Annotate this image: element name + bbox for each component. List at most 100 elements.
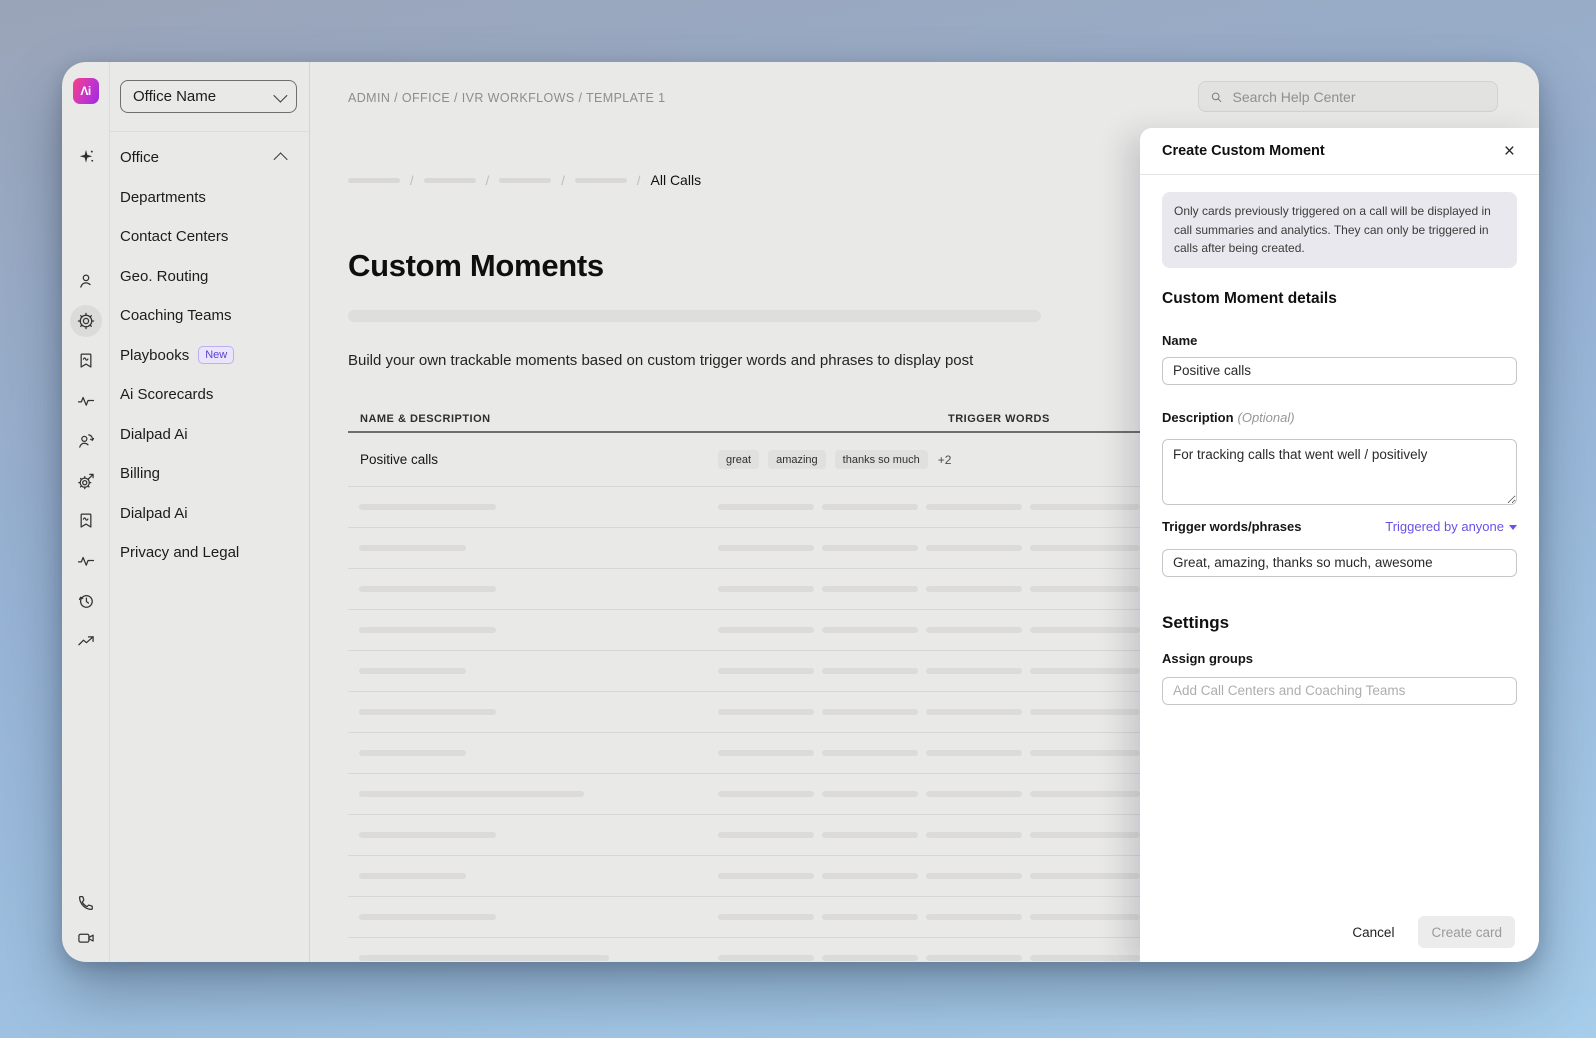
breadcrumb-skeleton <box>424 178 476 183</box>
column-header-trigger-words: TRIGGER WORDS <box>948 413 1050 425</box>
logo-glyph: Λi <box>80 84 90 98</box>
more-count: +2 <box>938 453 952 467</box>
sidebar-item-geo-routing[interactable]: Geo. Routing <box>110 257 309 297</box>
panel-title: Create Custom Moment <box>1162 143 1325 159</box>
sidebar-item-dialpad-ai-2[interactable]: Dialpad Ai <box>110 494 309 534</box>
skeleton-bar <box>926 750 1022 756</box>
skeleton-bar <box>1030 627 1140 633</box>
skeleton-bar <box>718 914 814 920</box>
skeleton-bar <box>1030 791 1140 797</box>
skeleton-bar <box>718 750 814 756</box>
breadcrumb-current: All Calls <box>651 172 702 188</box>
skeleton-bar <box>1030 504 1140 510</box>
breadcrumb-separator: / <box>561 173 565 188</box>
skeleton-bar <box>359 504 496 510</box>
loading-skeleton-bar <box>348 310 1041 322</box>
skeleton-bar <box>1030 832 1140 838</box>
sidebar-item-label: Privacy and Legal <box>120 544 239 561</box>
skeleton-bar <box>926 914 1022 920</box>
skeleton-bar <box>359 750 466 756</box>
sidebar-item-office[interactable]: Office <box>110 138 309 178</box>
assign-groups-input[interactable] <box>1162 677 1517 705</box>
person-icon[interactable] <box>74 269 98 293</box>
gear-arrow-icon[interactable] <box>74 469 98 493</box>
skeleton-bar <box>822 750 918 756</box>
sidebar-item-label: Dialpad Ai <box>120 505 188 522</box>
skeleton-bar <box>1030 586 1140 592</box>
details-heading: Custom Moment details <box>1162 290 1517 308</box>
skeleton-bar <box>1030 955 1140 961</box>
skeleton-bar <box>822 545 918 551</box>
skeleton-bar <box>1030 545 1140 551</box>
info-banner: Only cards previously triggered on a cal… <box>1162 192 1517 268</box>
breadcrumb-skeleton <box>348 178 400 183</box>
create-card-button[interactable]: Create card <box>1418 916 1515 948</box>
page-title: Custom Moments <box>348 248 604 284</box>
skeleton-bar <box>926 586 1022 592</box>
triggered-by-dropdown[interactable]: Triggered by anyone <box>1385 519 1517 534</box>
name-input[interactable] <box>1162 357 1517 385</box>
sidebar-item-contact-centers[interactable]: Contact Centers <box>110 217 309 257</box>
skeleton-bar <box>359 873 466 879</box>
agent-sync-icon[interactable] <box>74 429 98 453</box>
new-badge: New <box>198 346 234 364</box>
breadcrumb-separator: / <box>486 173 490 188</box>
sidebar-item-label: Contact Centers <box>120 228 228 245</box>
description-textarea[interactable]: For tracking calls that went well / posi… <box>1162 439 1517 505</box>
trigger-words-input[interactable] <box>1162 549 1517 577</box>
history-clock-icon[interactable] <box>74 589 98 613</box>
activity-pulse-icon[interactable] <box>74 549 98 573</box>
description-label: Description(Optional) <box>1162 410 1517 425</box>
sidebar-item-departments[interactable]: Departments <box>110 178 309 218</box>
skeleton-bar <box>822 627 918 633</box>
panel-footer: Cancel Create card <box>1140 902 1539 962</box>
skeleton-bar <box>1030 750 1140 756</box>
trigger-word-chip: thanks so much <box>835 450 928 469</box>
activity-pulse-icon[interactable] <box>74 389 98 413</box>
sidebar-item-billing[interactable]: Billing <box>110 454 309 494</box>
skeleton-bar <box>359 586 496 592</box>
skeleton-bar <box>926 504 1022 510</box>
skeleton-bar <box>926 791 1022 797</box>
breadcrumb-skeleton <box>499 178 551 183</box>
chevron-up-icon <box>274 152 288 166</box>
office-selector-dropdown[interactable]: Office Name <box>120 80 297 113</box>
skeleton-bar <box>718 709 814 715</box>
trigger-word-chip: great <box>718 450 759 469</box>
video-camera-icon[interactable] <box>74 926 98 950</box>
app-window: Λi Office Name Office Departments Contact … <box>62 62 1539 962</box>
office-selector-label: Office Name <box>133 88 216 105</box>
skeleton-bar <box>822 668 918 674</box>
panel-header: Create Custom Moment × <box>1140 128 1539 175</box>
sidebar-item-label: Office <box>120 149 159 166</box>
sidebar-item-dialpad-ai[interactable]: Dialpad Ai <box>110 415 309 455</box>
playbook-tag-icon[interactable] <box>74 349 98 373</box>
sidebar-item-coaching-teams[interactable]: Coaching Teams <box>110 296 309 336</box>
skeleton-bar <box>359 832 496 838</box>
skeleton-bar <box>926 709 1022 715</box>
optional-hint: (Optional) <box>1238 410 1295 425</box>
skeleton-bar <box>926 545 1022 551</box>
playbook-tag-icon[interactable] <box>74 509 98 533</box>
phone-icon[interactable] <box>74 891 98 915</box>
breadcrumb-separator: / <box>637 173 641 188</box>
sidebar-item-privacy-and-legal[interactable]: Privacy and Legal <box>110 533 309 573</box>
skeleton-bar <box>718 832 814 838</box>
skeleton-bar <box>822 504 918 510</box>
sidebar-item-ai-scorecards[interactable]: Ai Scorecards <box>110 375 309 415</box>
close-icon[interactable]: × <box>1502 142 1517 161</box>
moment-name: Positive calls <box>348 452 438 467</box>
skeleton-bar <box>718 873 814 879</box>
cancel-button[interactable]: Cancel <box>1346 924 1400 941</box>
name-label: Name <box>1162 333 1517 348</box>
trigger-word-chip: amazing <box>768 450 826 469</box>
trend-up-icon[interactable] <box>74 629 98 653</box>
sidebar-item-playbooks[interactable]: Playbooks New <box>110 336 309 376</box>
skeleton-bar <box>822 709 918 715</box>
skeleton-bar <box>359 914 496 920</box>
skeleton-bar <box>1030 873 1140 879</box>
settings-gear-icon[interactable] <box>70 305 102 337</box>
sparkle-ai-icon[interactable] <box>74 145 98 169</box>
sidebar-item-label: Playbooks <box>120 347 189 364</box>
dialpad-ai-logo[interactable]: Λi <box>73 78 99 104</box>
